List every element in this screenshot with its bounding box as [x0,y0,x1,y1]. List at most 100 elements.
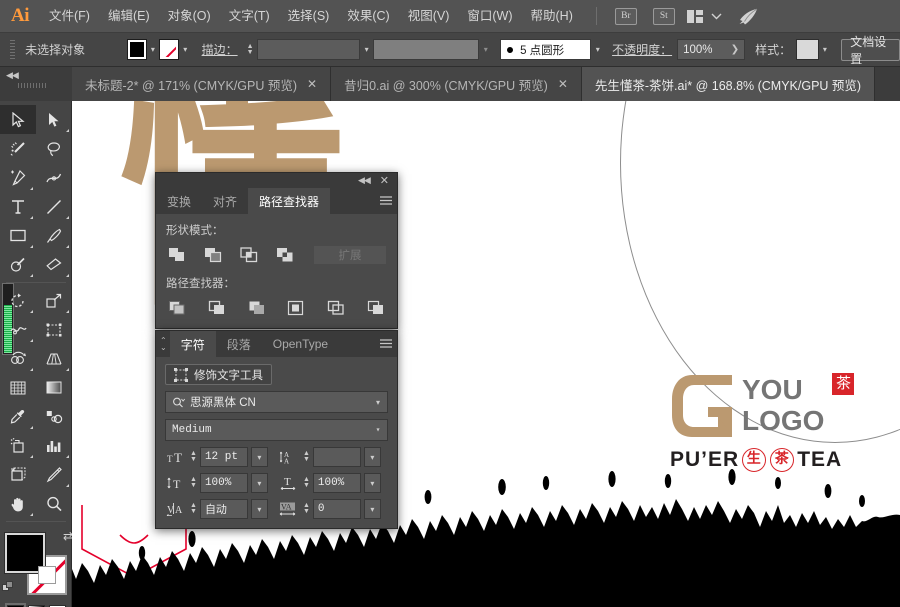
collapse-panel-icon[interactable]: ◀◀ [6,70,19,81]
free-transform-tool[interactable] [36,315,72,344]
toolbar-grip[interactable] [18,83,46,88]
menu-edit[interactable]: 编辑(E) [99,0,159,33]
horizontal-scale-input[interactable]: 100% [312,473,361,493]
character-panel[interactable]: ⌃ ⌄ 字符 段落 OpenType 修饰文字工具 思源黑体 CN ▾ Medi… [155,330,398,529]
panel-menu-icon[interactable] [375,331,397,357]
eraser-tool[interactable] [36,250,72,279]
pathfinder-panel[interactable]: ◀◀ ✕ 变换 对齐 路径查找器 形状模式： 扩展 路径查找器： [155,172,398,329]
document-tab-1[interactable]: 未标题-2* @ 171% (CMYK/GPU 预览) ✕ [72,67,332,101]
tracking-stepper[interactable]: ▲ ▼ [303,502,310,515]
arrange-documents-icon[interactable] [686,9,703,23]
rocket-icon[interactable] [738,8,758,25]
artboard-tool[interactable] [0,460,36,489]
bridge-button[interactable]: Br [614,7,637,25]
column-graph-tool[interactable] [36,431,72,460]
document-tab-2[interactable]: 昔归0.ai @ 300% (CMYK/GPU 预览) ✕ [331,67,582,101]
pen-tool[interactable] [0,163,36,192]
intersect-button[interactable] [238,245,260,265]
selection-tool[interactable] [0,105,36,134]
trim-button[interactable] [206,298,228,318]
menu-object[interactable]: 对象(O) [159,0,220,33]
kerning-dropdown-icon[interactable]: ▾ [250,499,268,519]
slice-tool[interactable] [36,460,72,489]
stroke-weight-dropdown-icon[interactable]: ▾ [360,39,373,60]
graphic-style-swatch[interactable] [796,39,819,60]
chevron-down-icon[interactable]: ▾ [369,420,387,440]
scale-tool[interactable] [36,286,72,315]
default-fill-stroke-icon[interactable] [2,581,15,597]
tab-pathfinder[interactable]: 路径查找器 [248,188,331,214]
collapse-icon[interactable]: ◀◀ [358,175,371,186]
tab-opentype[interactable]: OpenType [261,331,340,357]
lasso-tool[interactable] [36,134,72,163]
zoom-tool[interactable] [36,489,72,518]
shaper-tool[interactable] [0,250,36,279]
outline-button[interactable] [325,298,347,318]
rectangle-tool[interactable] [0,221,36,250]
stroke-weight-label[interactable]: 描边： [202,41,238,58]
symbol-sprayer-tool[interactable] [0,431,36,460]
fill-dropdown-icon[interactable]: ▾ [147,39,160,60]
horizontal-scale-dropdown-icon[interactable]: ▾ [363,473,381,493]
stroke-profile-dropdown-icon[interactable]: ▾ [479,39,492,60]
eyedropper-tool[interactable] [0,402,36,431]
menu-effect[interactable]: 效果(C) [338,0,398,33]
shape-builder-tool[interactable] [0,344,36,373]
rotate-tool[interactable] [0,286,36,315]
panel-menu-icon[interactable] [375,188,397,214]
kerning-stepper[interactable]: ▲ ▼ [190,502,197,515]
vertical-scale-input[interactable]: 100% [199,473,248,493]
mesh-tool[interactable] [0,373,36,402]
divide-button[interactable] [166,298,188,318]
perspective-grid-tool[interactable] [36,344,72,373]
curvature-tool[interactable] [36,163,72,192]
minus-front-button[interactable] [202,245,224,265]
magic-wand-tool[interactable] [0,134,36,163]
document-setup-button[interactable]: 文档设置 [841,35,900,66]
tracking-dropdown-icon[interactable]: ▾ [363,499,381,519]
stock-button[interactable]: St [652,7,675,25]
leading-stepper[interactable]: ▲ ▼ [303,450,310,463]
font-family-select[interactable]: 思源黑体 CN ▾ [165,391,388,413]
exclude-button[interactable] [274,245,296,265]
unite-button[interactable] [166,245,188,265]
font-size-input[interactable]: 12 pt [199,447,248,467]
font-style-select[interactable]: Medium ▾ [165,419,388,441]
tab-paragraph[interactable]: 段落 [215,331,262,357]
gradient-tool[interactable] [36,373,72,402]
merge-button[interactable] [246,298,268,318]
horizontal-scale-stepper[interactable]: ▲ ▼ [303,476,310,489]
touch-type-tool-button[interactable]: 修饰文字工具 [165,364,272,385]
stroke-swatch[interactable] [159,39,179,60]
kerning-input[interactable]: 自动 [199,499,248,519]
tab-character[interactable]: 字符 [169,331,216,357]
stroke-weight-stepper[interactable]: ▲ ▼ [244,43,257,56]
direct-selection-tool[interactable] [36,105,72,134]
style-dropdown-icon[interactable]: ▾ [819,39,832,60]
hand-tool[interactable] [0,489,36,518]
font-size-stepper[interactable]: ▲ ▼ [190,450,197,463]
menu-select[interactable]: 选择(S) [279,0,339,33]
leading-dropdown-icon[interactable]: ▾ [363,447,381,467]
blend-tool[interactable] [36,402,72,431]
document-tab-3[interactable]: 先生懂茶-茶饼.ai* @ 168.8% (CMYK/GPU 预览) [581,67,876,101]
minus-back-button[interactable] [365,298,387,318]
chevron-down-icon[interactable] [711,12,722,20]
menu-view[interactable]: 视图(V) [399,0,459,33]
close-icon[interactable]: ✕ [380,175,389,186]
menu-type[interactable]: 文字(T) [220,0,279,33]
stroke-weight-input[interactable] [256,39,361,60]
crop-button[interactable] [285,298,307,318]
type-tool[interactable] [0,192,36,221]
width-tool[interactable] [0,315,36,344]
opacity-input[interactable]: 100% ❯ [677,39,746,60]
paintbrush-tool[interactable] [36,221,72,250]
close-icon[interactable]: ✕ [558,77,568,91]
tab-align[interactable]: 对齐 [202,188,249,214]
menu-window[interactable]: 窗口(W) [458,0,521,33]
opacity-flyout-icon[interactable]: ❯ [731,44,739,55]
font-size-dropdown-icon[interactable]: ▾ [250,447,268,467]
menu-file[interactable]: 文件(F) [40,0,99,33]
close-icon[interactable]: ✕ [307,77,317,91]
tab-transform[interactable]: 变换 [156,188,203,214]
